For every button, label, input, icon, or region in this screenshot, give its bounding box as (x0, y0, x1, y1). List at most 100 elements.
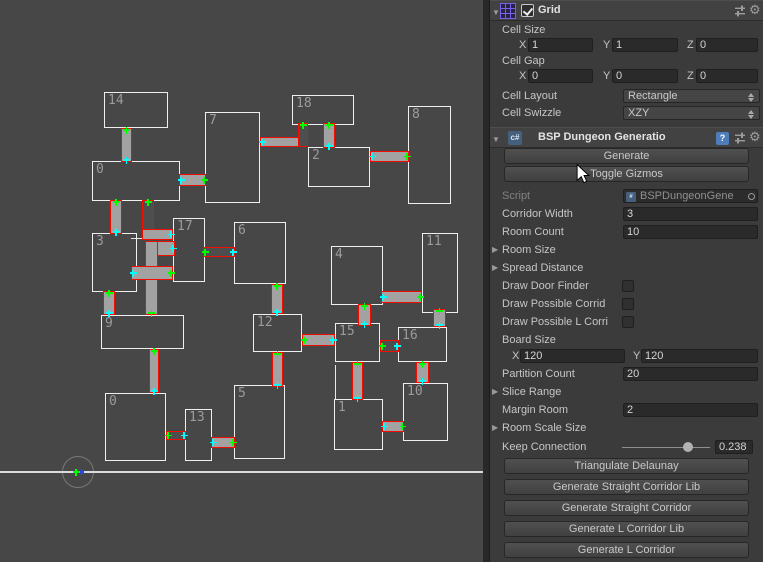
help-icon[interactable]: ? (716, 131, 729, 145)
generate-straight-corridor-button[interactable]: Generate Straight Corridor (504, 500, 749, 516)
panel-splitter[interactable] (483, 0, 490, 562)
room-label: 14 (108, 93, 124, 108)
foldout-collapsed-icon[interactable]: ▶ (492, 242, 498, 258)
cell-layout-label: Cell Layout (502, 90, 558, 102)
green-marker-icon (72, 468, 80, 476)
cell-gap-y-field[interactable]: 0 (612, 69, 678, 83)
grid-component-title: Grid (538, 4, 561, 16)
corridor-width-field[interactable]: 3 (623, 207, 758, 221)
cyan-marker-icon (419, 377, 426, 385)
presets-icon[interactable] (734, 5, 746, 17)
generate-button[interactable]: Generate (504, 148, 749, 164)
margin-room-label: Margin Room (502, 404, 569, 416)
object-picker-icon[interactable] (748, 192, 755, 200)
cell-size-x-field[interactable]: 1 (528, 38, 593, 52)
room-label: 11 (426, 234, 442, 249)
z-axis-label: Z (687, 70, 694, 82)
grid-icon (500, 3, 516, 19)
keep-connection-value-field[interactable]: 0.238 (715, 440, 753, 454)
room-label: 3 (96, 234, 104, 249)
cell-layout-dropdown[interactable]: Rectangle (623, 89, 760, 103)
bsp-component-title: BSP Dungeon Generatio (538, 131, 666, 143)
gear-icon[interactable]: ⚙ (749, 0, 761, 19)
grid-enabled-checkbox[interactable] (521, 4, 534, 17)
script-value: BSPDungeonGene (640, 190, 734, 202)
slice-range-foldout[interactable]: Slice Range (502, 384, 561, 400)
bsp-component-header[interactable]: ▼ c# BSP Dungeon Generatio ? ⚙ (490, 127, 763, 148)
z-axis-label: Z (687, 39, 694, 51)
partition-line (335, 365, 336, 400)
room: 3 (92, 233, 137, 292)
presets-icon[interactable] (734, 132, 746, 144)
cyan-marker-icon (274, 381, 281, 389)
foldout-collapsed-icon[interactable]: ▶ (492, 420, 498, 436)
cyan-marker-icon (325, 142, 333, 150)
partition-line (131, 238, 142, 239)
toggle-gizmos-button[interactable]: Toggle Gizmos (504, 166, 749, 182)
script-object-field[interactable]: # BSPDungeonGene (623, 189, 758, 203)
foldout-open-icon[interactable]: ▼ (492, 3, 500, 22)
x-axis-label: X (519, 39, 527, 51)
corridor (260, 137, 299, 147)
origin-dot-icon (80, 470, 84, 474)
chevron-down-icon (748, 115, 754, 119)
draw-door-finder-checkbox[interactable] (622, 280, 634, 292)
margin-room-field[interactable]: 2 (623, 403, 758, 417)
room: 12 (253, 314, 302, 352)
room-scale-size-foldout[interactable]: Room Scale Size (502, 420, 586, 436)
foldout-collapsed-icon[interactable]: ▶ (492, 260, 498, 276)
cyan-marker-icon (167, 231, 175, 238)
cyan-marker-icon (129, 269, 137, 277)
board-size-x-field[interactable]: 120 (520, 349, 625, 363)
grid-component-header[interactable]: ▼ Grid ⚙ (490, 0, 763, 21)
board-size-y-field[interactable]: 120 (641, 349, 758, 363)
generate-l-corridor-lib-button[interactable]: Generate L Corridor Lib (504, 521, 749, 537)
keep-connection-slider-handle[interactable] (683, 442, 693, 452)
partition-count-field[interactable]: 20 (623, 367, 758, 381)
cyan-marker-icon (229, 248, 237, 256)
spread-distance-foldout[interactable]: Spread Distance (502, 260, 583, 276)
cyan-marker-icon (123, 156, 130, 164)
script-label: Script (502, 190, 531, 202)
cyan-marker-icon (209, 439, 217, 446)
room: 0 (92, 161, 180, 201)
draw-possible-l-corridor-checkbox[interactable] (622, 316, 634, 328)
cell-size-z-field[interactable]: 0 (696, 38, 758, 52)
green-marker-icon (229, 439, 237, 446)
cyan-marker-icon (150, 387, 158, 395)
room: 1 (334, 399, 383, 450)
x-axis-label: X (519, 70, 527, 82)
room-label: 16 (402, 328, 418, 343)
keep-connection-slider-track[interactable] (622, 446, 710, 448)
scene-view[interactable]: 14 7 18 2 8 0 3 17 6 4 11 9 12 15 16 0 13 5 1 10 (0, 0, 483, 562)
green-marker-icon (403, 153, 411, 160)
mouse-cursor (576, 163, 591, 189)
foldout-collapsed-icon[interactable]: ▶ (492, 384, 498, 400)
gear-icon[interactable]: ⚙ (749, 127, 761, 146)
cell-gap-x-field[interactable]: 0 (528, 69, 593, 83)
cyan-marker-icon (273, 308, 281, 316)
draw-possible-corridor-checkbox[interactable] (622, 298, 634, 310)
foldout-open-icon[interactable]: ▼ (492, 130, 500, 149)
room-size-foldout[interactable]: Room Size (502, 242, 556, 258)
cell-gap-z-field[interactable]: 0 (696, 69, 758, 83)
room: 10 (403, 383, 448, 441)
green-marker-icon (274, 350, 281, 358)
room-label: 9 (105, 316, 113, 331)
cell-size-y-field[interactable]: 1 (612, 38, 678, 52)
cyan-marker-icon (112, 228, 120, 236)
generate-l-corridor-button[interactable]: Generate L Corridor (504, 542, 749, 558)
generate-straight-corridor-lib-button[interactable]: Generate Straight Corridor Lib (504, 479, 749, 495)
csharp-script-icon: c# (508, 131, 522, 145)
cell-swizzle-dropdown[interactable]: XZY (623, 106, 760, 120)
cell-gap-label: Cell Gap (502, 55, 545, 67)
room-count-field[interactable]: 10 (623, 225, 758, 239)
triangulate-delaunay-button[interactable]: Triangulate Delaunay (504, 458, 749, 474)
green-marker-icon (148, 309, 155, 317)
corridor (149, 349, 159, 393)
green-marker-icon (299, 121, 307, 129)
green-marker-icon (105, 289, 113, 297)
green-marker-icon (167, 269, 175, 277)
room: 9 (101, 315, 184, 349)
cyan-marker-icon (177, 176, 185, 184)
